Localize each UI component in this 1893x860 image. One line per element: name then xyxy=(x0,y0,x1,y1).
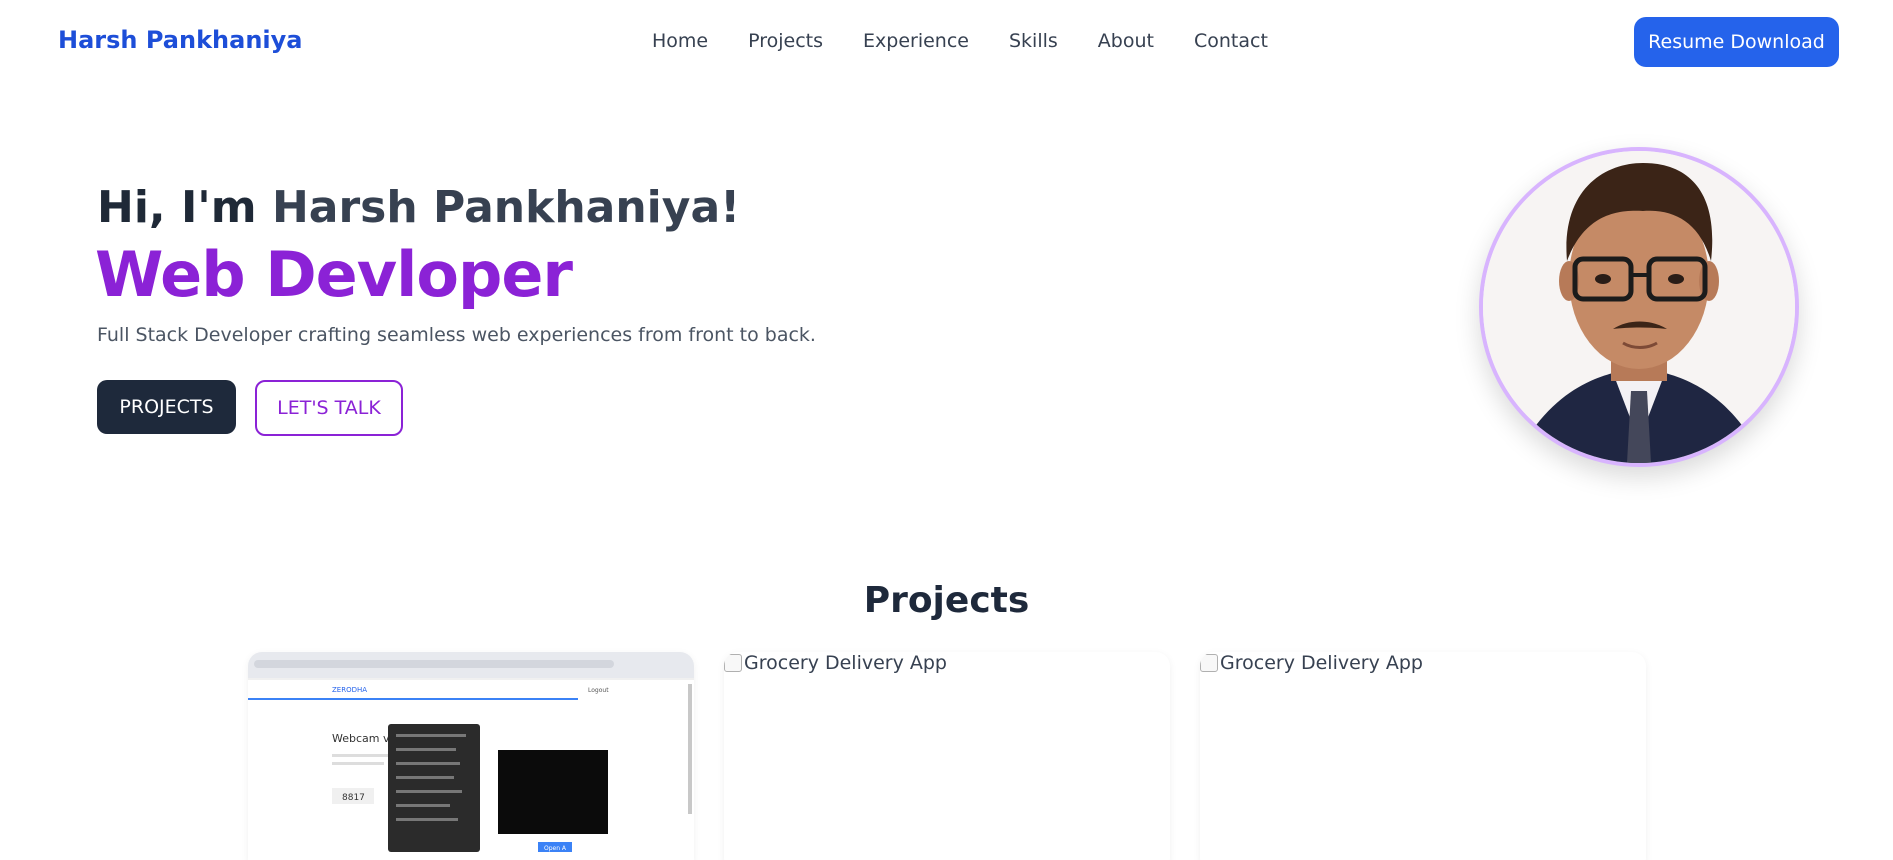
nav-link-about[interactable]: About xyxy=(1098,30,1154,52)
project-image-alt: Grocery Delivery App xyxy=(1220,652,1423,674)
project-image-broken: Grocery Delivery App xyxy=(1200,652,1423,674)
project-card-3[interactable]: Grocery Delivery App xyxy=(1200,652,1646,860)
nav-link-contact[interactable]: Contact xyxy=(1194,30,1268,52)
broken-image-icon xyxy=(724,654,742,672)
nav-link-home[interactable]: Home xyxy=(652,30,708,52)
nav-link-skills[interactable]: Skills xyxy=(1009,30,1058,52)
project-screenshot-image: ZERODHA Logout Webcam verifi 8817 Open A xyxy=(248,652,694,860)
projects-button[interactable]: PROJECTS xyxy=(97,380,236,434)
projects-title: Projects xyxy=(863,580,1030,621)
project-image-broken: Grocery Delivery App xyxy=(724,652,947,674)
nav-link-experience[interactable]: Experience xyxy=(863,30,969,52)
hero-tagline: Full Stack Developer crafting seamless w… xyxy=(97,324,816,346)
projects-section: Projects ZERODHA Logout Webcam verifi 88… xyxy=(0,570,1893,860)
greeting-prefix: Hi, I'm xyxy=(97,182,272,233)
nav-link-projects[interactable]: Projects xyxy=(748,30,823,52)
project-card-2[interactable]: Grocery Delivery App xyxy=(724,652,1170,860)
profile-photo-illustration xyxy=(1483,151,1795,463)
hero-greeting: Hi, I'm Harsh Pankhaniya! xyxy=(97,182,740,233)
hero-section: Hi, I'm Harsh Pankhaniya! Web Devloper F… xyxy=(0,86,1893,536)
brand-logo[interactable]: Harsh Pankhaniya xyxy=(58,26,302,54)
project-card-1[interactable]: ZERODHA Logout Webcam verifi 8817 Open A xyxy=(248,652,694,860)
project-image-alt: Grocery Delivery App xyxy=(744,652,947,674)
screenshot-logout: Logout xyxy=(588,687,609,694)
screenshot-logo: ZERODHA xyxy=(332,686,367,694)
screenshot-button: Open A xyxy=(544,845,567,852)
hero-role: Web Devloper xyxy=(95,238,573,311)
resume-download-button[interactable]: Resume Download xyxy=(1634,17,1839,67)
broken-image-icon xyxy=(1200,654,1218,672)
profile-avatar xyxy=(1479,147,1799,467)
lets-talk-button[interactable]: LET'S TALK xyxy=(255,380,403,436)
nav-links: Home Projects Experience Skills About Co… xyxy=(652,30,1268,52)
greeting-name: Harsh Pankhaniya! xyxy=(271,182,741,233)
navbar: Harsh Pankhaniya Home Projects Experienc… xyxy=(0,0,1893,86)
screenshot-code: 8817 xyxy=(342,793,365,803)
